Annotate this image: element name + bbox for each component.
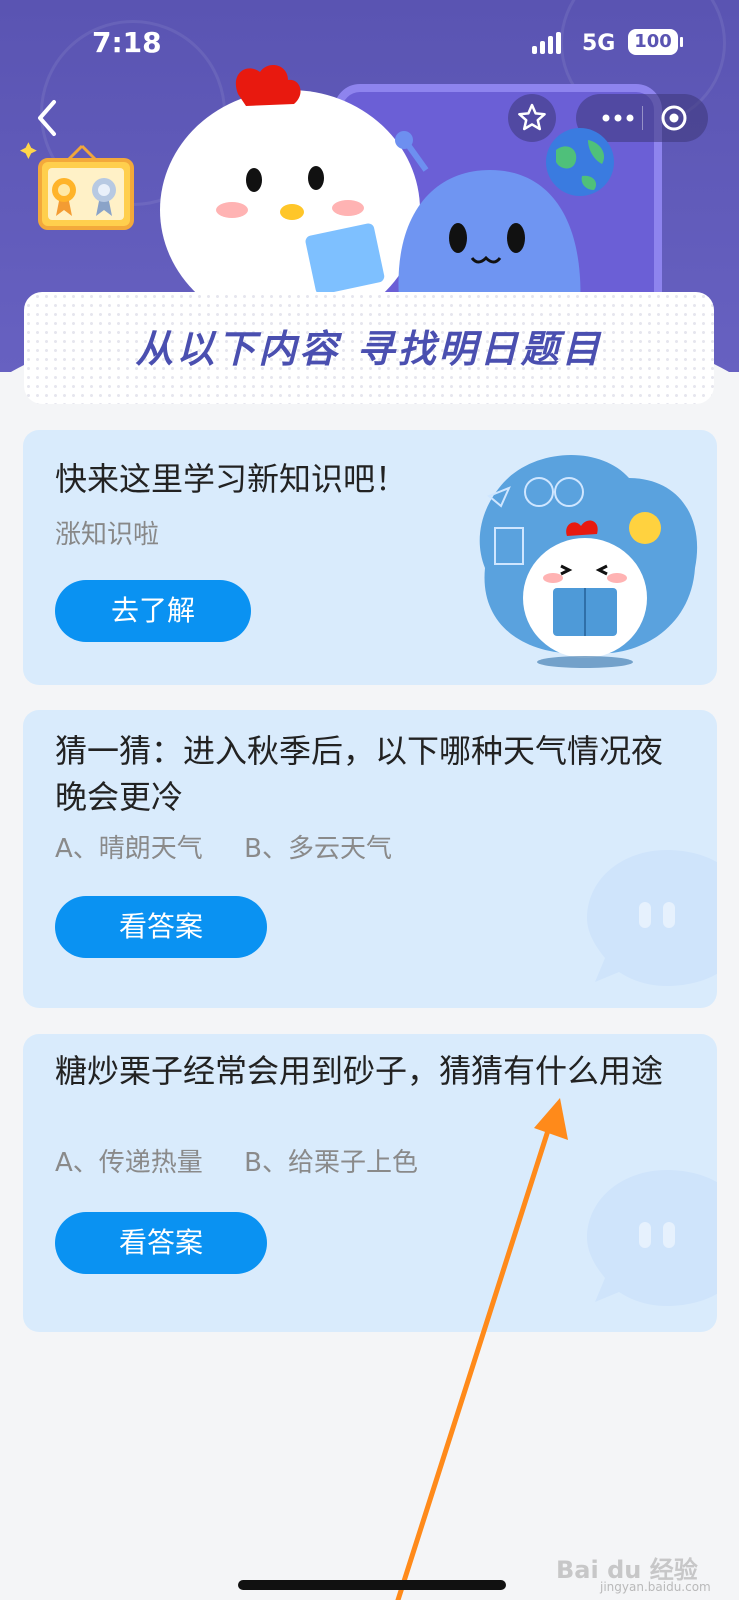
view-answer-button[interactable]: 看答案 xyxy=(55,1212,267,1274)
banner-title: 从以下内容 寻找明日题目 xyxy=(135,327,603,371)
back-icon xyxy=(38,100,56,136)
target-icon[interactable] xyxy=(658,102,690,134)
question-card: 糖炒栗子经常会用到砂子，猜猜有什么用途 A、传递热量 B、给栗子上色 看答案 xyxy=(23,1034,717,1332)
learn-more-button[interactable]: 去了解 xyxy=(55,580,251,642)
medal-icon[interactable] xyxy=(16,140,140,240)
question-options: A、传递热量 B、给栗子上色 xyxy=(55,1148,418,1178)
question-title: 糖炒栗子经常会用到砂子，猜猜有什么用途 xyxy=(55,1052,664,1090)
network-type: 5G xyxy=(582,31,616,56)
capsule-divider xyxy=(642,106,643,130)
planet-icon xyxy=(546,128,614,196)
banner: 从以下内容 寻找明日题目 xyxy=(24,292,714,404)
battery-tip xyxy=(680,37,683,47)
battery-icon: 100 xyxy=(628,29,678,55)
status-time: 7:18 xyxy=(92,26,162,59)
view-answer-button[interactable]: 看答案 xyxy=(55,896,267,958)
home-indicator[interactable] xyxy=(238,1580,506,1590)
speech-bubble-icon xyxy=(587,1170,717,1306)
signal-icon xyxy=(532,32,561,54)
speech-bubble-icon xyxy=(587,850,717,986)
back-button[interactable] xyxy=(30,96,66,140)
watermark-url: jingyan.baidu.com xyxy=(600,1580,711,1594)
question-title: 猜一猜：进入秋季后，以下哪种天气情况夜晚会更冷 xyxy=(55,732,664,816)
question-card: 猜一猜：进入秋季后，以下哪种天气情况夜晚会更冷 A、晴朗天气 B、多云天气 看答… xyxy=(23,710,717,1008)
learn-card: 快来这里学习新知识吧！ 涨知识啦 去了解 xyxy=(23,430,717,685)
question-options: A、晴朗天气 B、多云天气 xyxy=(55,834,392,864)
card-subtitle: 涨知识啦 xyxy=(55,520,160,550)
reading-chick-illustration xyxy=(479,455,698,668)
